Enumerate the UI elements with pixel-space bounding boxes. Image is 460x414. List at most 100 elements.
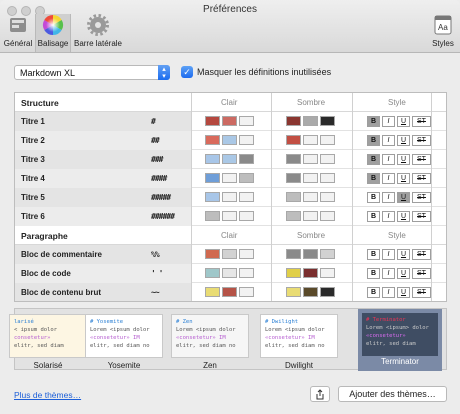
light-color-swatch[interactable] [222,287,237,297]
style-b-button[interactable]: B [367,268,380,279]
dark-color-swatch[interactable] [286,249,301,259]
dark-color-swatch[interactable] [303,116,318,126]
style-i-button[interactable]: I [382,249,395,260]
style-u-button[interactable]: U [397,192,410,203]
tab-styles[interactable]: Aa Styles [428,14,458,52]
share-button[interactable] [310,386,330,402]
dark-color-swatch[interactable] [286,116,301,126]
hide-definitions-checkbox[interactable]: ✓ [181,66,193,78]
dark-color-swatch[interactable] [303,211,318,221]
table-row[interactable]: Bloc de contenu brut ~~ B I U ST [15,283,446,301]
light-color-swatch[interactable] [239,154,254,164]
dark-color-swatch[interactable] [286,154,301,164]
light-color-swatch[interactable] [239,287,254,297]
dark-color-swatch[interactable] [320,116,335,126]
style-u-button[interactable]: U [397,116,410,127]
style-i-button[interactable]: I [382,135,395,146]
table-row[interactable]: Titre 3 ### B I U ST [15,150,446,169]
style-st-button[interactable]: ST [412,249,431,260]
light-color-swatch[interactable] [205,268,220,278]
dark-color-swatch[interactable] [303,192,318,202]
dark-color-swatch[interactable] [320,173,335,183]
style-b-button[interactable]: B [367,192,380,203]
light-color-swatch[interactable] [239,268,254,278]
style-st-button[interactable]: ST [412,135,431,146]
dark-color-swatch[interactable] [303,249,318,259]
style-i-button[interactable]: I [382,211,395,222]
style-u-button[interactable]: U [397,268,410,279]
dark-color-swatch[interactable] [303,135,318,145]
light-color-swatch[interactable] [239,135,254,145]
dark-color-swatch[interactable] [320,211,335,221]
add-themes-button[interactable]: Ajouter des thèmes… [338,386,447,402]
light-color-swatch[interactable] [222,173,237,183]
light-color-swatch[interactable] [205,211,220,221]
style-st-button[interactable]: ST [412,268,431,279]
light-color-swatch[interactable] [239,173,254,183]
style-b-button[interactable]: B [367,249,380,260]
table-row[interactable]: Bloc de code ' ' B I U ST [15,264,446,283]
style-st-button[interactable]: ST [412,116,431,127]
light-color-swatch[interactable] [239,211,254,221]
theme-preview-4[interactable]: # Terminator Lorem <ipsum> dolor «consetet… [358,309,442,371]
dark-color-swatch[interactable] [320,268,335,278]
dark-color-swatch[interactable] [303,268,318,278]
light-color-swatch[interactable] [222,249,237,259]
dark-color-swatch[interactable] [303,173,318,183]
dark-color-swatch[interactable] [320,249,335,259]
style-u-button[interactable]: U [397,135,410,146]
light-color-swatch[interactable] [205,287,220,297]
light-color-swatch[interactable] [239,249,254,259]
table-row[interactable]: Titre 6 ###### B I U ST [15,207,446,226]
dark-color-swatch[interactable] [320,287,335,297]
light-color-swatch[interactable] [239,116,254,126]
light-color-swatch[interactable] [205,192,220,202]
tab-balisage[interactable]: Balisage [35,14,71,52]
table-row[interactable]: Bloc de commentaire%% B I U ST [15,245,446,264]
theme-preview-1[interactable]: # Yosemite Lorem <ipsum dolor «consetetur»… [85,314,163,358]
style-i-button[interactable]: I [382,116,395,127]
light-color-swatch[interactable] [222,135,237,145]
style-st-button[interactable]: ST [412,192,431,203]
light-color-swatch[interactable] [222,154,237,164]
dark-color-swatch[interactable] [320,154,335,164]
style-b-button[interactable]: B [367,287,380,298]
style-u-button[interactable]: U [397,249,410,260]
dark-color-swatch[interactable] [286,268,301,278]
light-color-swatch[interactable] [205,249,220,259]
style-u-button[interactable]: U [397,173,410,184]
dark-color-swatch[interactable] [286,192,301,202]
theme-preview-0[interactable]: larisé < ipsum dolor consetetur» elitr, sed… [9,314,87,358]
style-b-button[interactable]: B [367,211,380,222]
light-color-swatch[interactable] [222,211,237,221]
light-color-swatch[interactable] [205,173,220,183]
more-themes-link[interactable]: Plus de thèmes… [14,390,81,400]
dark-color-swatch[interactable] [286,135,301,145]
dark-color-swatch[interactable] [320,192,335,202]
style-st-button[interactable]: ST [412,154,431,165]
style-i-button[interactable]: I [382,154,395,165]
style-st-button[interactable]: ST [412,173,431,184]
style-b-button[interactable]: B [367,173,380,184]
style-i-button[interactable]: I [382,192,395,203]
style-u-button[interactable]: U [397,154,410,165]
dark-color-swatch[interactable] [286,173,301,183]
style-i-button[interactable]: I [382,268,395,279]
style-i-button[interactable]: I [382,287,395,298]
tab-barre-laterale[interactable]: Barre latérale [73,14,123,52]
dark-color-swatch[interactable] [320,135,335,145]
table-row[interactable]: Titre 4 #### B I U ST [15,169,446,188]
light-color-swatch[interactable] [222,268,237,278]
markdown-variant-select[interactable]: Markdown XL ▴ ▾ [14,65,170,80]
style-i-button[interactable]: I [382,173,395,184]
theme-preview-3[interactable]: # Dwilight Lorem <ipsum dolor «consetetur»… [260,314,338,358]
style-st-button[interactable]: ST [412,211,431,222]
dark-color-swatch[interactable] [303,287,318,297]
style-u-button[interactable]: U [397,211,410,222]
style-b-button[interactable]: B [367,116,380,127]
table-row[interactable]: Titre 5 ##### B I U ST [15,188,446,207]
light-color-swatch[interactable] [239,192,254,202]
style-st-button[interactable]: ST [412,287,431,298]
table-row[interactable]: Titre 1 # B I U ST [15,112,446,131]
dark-color-swatch[interactable] [286,287,301,297]
